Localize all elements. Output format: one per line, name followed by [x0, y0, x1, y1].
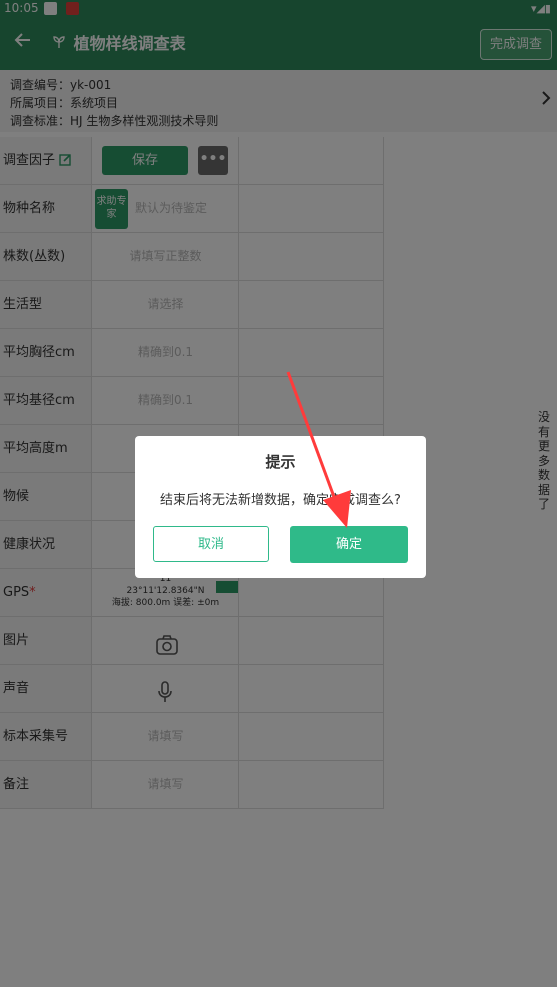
arrow-shaft	[286, 371, 339, 506]
arrow-head	[323, 490, 351, 528]
red-arrow-annotation	[286, 371, 351, 528]
